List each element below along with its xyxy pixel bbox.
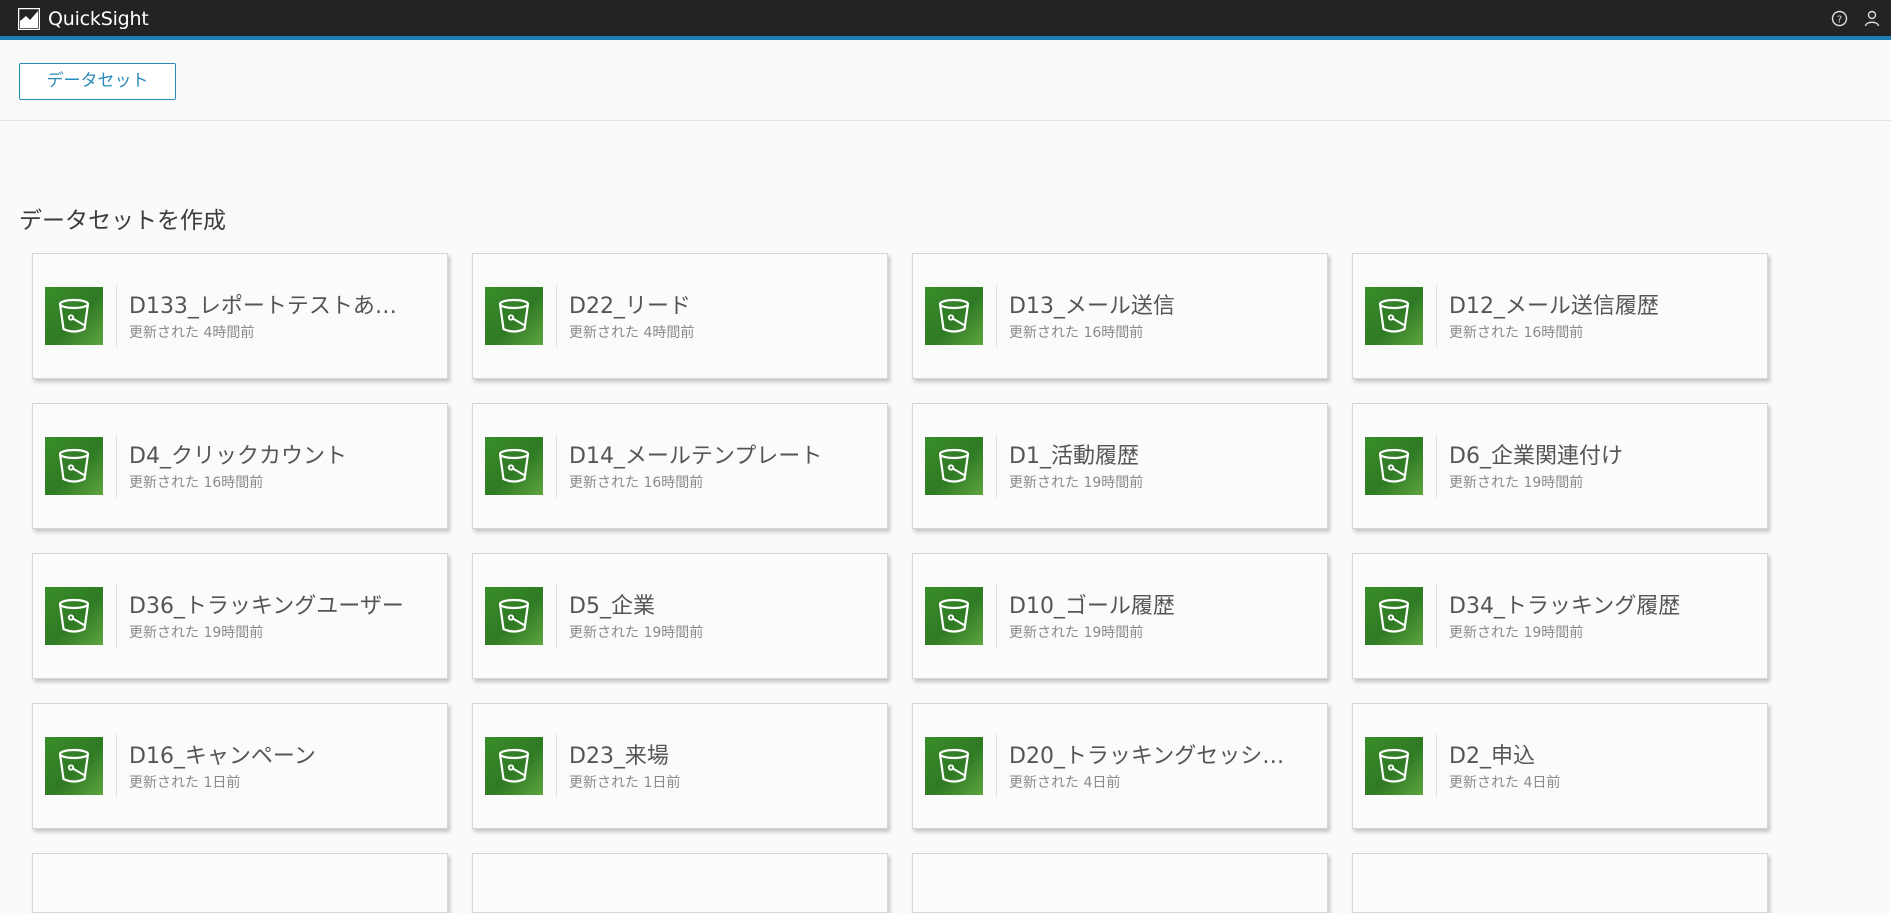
dataset-card[interactable]: D20_トラッキングセッシ… 更新された 4日前	[912, 703, 1328, 829]
dataset-title: D10_ゴール履歴	[1009, 594, 1175, 619]
dataset-updated: 更新された 4時間前	[569, 325, 695, 341]
dataset-updated: 更新された 16時間前	[129, 475, 264, 491]
dataset-card[interactable]: D1_活動履歴更新された 19時間前	[912, 403, 1328, 529]
s3-bucket-icon	[925, 737, 983, 795]
s3-bucket-icon	[925, 587, 983, 645]
s3-bucket-icon	[485, 587, 543, 645]
s3-bucket-icon	[1365, 287, 1423, 345]
dataset-updated: 更新された 19時間前	[1449, 625, 1584, 641]
dataset-updated: 更新された 16時間前	[1009, 325, 1144, 341]
dataset-card[interactable]: D10_ゴール履歴更新された 19時間前	[912, 553, 1328, 679]
quicksight-logo-icon	[17, 7, 41, 31]
top-navigation-bar: QuickSight ?	[0, 0, 1891, 40]
card-divider	[996, 434, 997, 498]
s3-bucket-icon	[45, 737, 103, 795]
dataset-card[interactable]: D22_リード更新された 4時間前	[472, 253, 888, 379]
help-icon[interactable]: ?	[1831, 10, 1848, 27]
toolbar: データセット	[0, 40, 1891, 121]
card-divider	[116, 584, 117, 648]
card-divider	[116, 434, 117, 498]
datasets-button[interactable]: データセット	[19, 63, 176, 100]
s3-bucket-icon	[45, 587, 103, 645]
dataset-updated: 更新された 19時間前	[1009, 475, 1144, 491]
dataset-grid-partial-row	[32, 853, 1768, 913]
dataset-card[interactable]	[1352, 853, 1768, 913]
card-divider	[1436, 584, 1437, 648]
dataset-card[interactable]: D2_申込更新された 4日前	[1352, 703, 1768, 829]
dataset-card[interactable]	[472, 853, 888, 913]
s3-bucket-icon	[1365, 587, 1423, 645]
dataset-title: D23_来場	[569, 744, 669, 769]
card-divider	[556, 584, 557, 648]
dataset-title: D34_トラッキング履歴	[1449, 594, 1681, 619]
card-divider	[556, 284, 557, 348]
dataset-title: D14_メールテンプレート	[569, 444, 823, 469]
dataset-card[interactable]	[32, 853, 448, 913]
dataset-card[interactable]: D5_企業更新された 19時間前	[472, 553, 888, 679]
card-divider	[1436, 734, 1437, 798]
s3-bucket-icon	[45, 287, 103, 345]
dataset-card[interactable]: D6_企業関連付け更新された 19時間前	[1352, 403, 1768, 529]
dataset-card[interactable]: D12_メール送信履歴更新された 16時間前	[1352, 253, 1768, 379]
dataset-title: D4_クリックカウント	[129, 444, 347, 469]
dataset-title: D133_レポートテストあ…	[129, 294, 397, 319]
dataset-card[interactable]: D34_トラッキング履歴更新された 19時間前	[1352, 553, 1768, 679]
dataset-title: D16_キャンペーン	[129, 744, 316, 769]
dataset-title: D2_申込	[1449, 744, 1535, 769]
s3-bucket-icon	[925, 287, 983, 345]
s3-bucket-icon	[1365, 737, 1423, 795]
dataset-title: D20_トラッキングセッシ…	[1009, 744, 1285, 769]
dataset-updated: 更新された 4時間前	[129, 325, 255, 341]
card-divider	[996, 284, 997, 348]
dataset-card[interactable]: D133_レポートテストあ… 更新された 4時間前	[32, 253, 448, 379]
user-icon[interactable]	[1864, 10, 1880, 27]
app-name: QuickSight	[48, 8, 149, 30]
dataset-grid: D133_レポートテストあ… 更新された 4時間前 D22_リード 更新された 4時間…	[32, 253, 1768, 829]
card-divider	[996, 734, 997, 798]
dataset-card[interactable]: D23_来場更新された 1日前	[472, 703, 888, 829]
dataset-updated: 更新された 19時間前	[569, 625, 704, 641]
dataset-updated: 更新された 16時間前	[569, 475, 704, 491]
dataset-updated: 更新された 19時間前	[1009, 625, 1144, 641]
dataset-updated: 更新された 1日前	[569, 775, 681, 791]
dataset-updated: 更新された 16時間前	[1449, 325, 1584, 341]
create-dataset-heading: データセットを作成	[19, 208, 226, 234]
brand[interactable]: QuickSight	[17, 7, 149, 31]
dataset-card[interactable]: D16_キャンペーン更新された 1日前	[32, 703, 448, 829]
dataset-title: D6_企業関連付け	[1449, 444, 1623, 469]
dataset-title: D13_メール送信	[1009, 294, 1175, 319]
dataset-card[interactable]: D36_トラッキングユーザー更新された 19時間前	[32, 553, 448, 679]
card-divider	[996, 584, 997, 648]
card-divider	[1436, 284, 1437, 348]
card-divider	[556, 434, 557, 498]
s3-bucket-icon	[485, 287, 543, 345]
s3-bucket-icon	[485, 437, 543, 495]
card-divider	[556, 734, 557, 798]
s3-bucket-icon	[925, 437, 983, 495]
s3-bucket-icon	[485, 737, 543, 795]
dataset-card[interactable]: D14_メールテンプレート更新された 16時間前	[472, 403, 888, 529]
dataset-updated: 更新された 4日前	[1009, 775, 1121, 791]
dataset-card[interactable]	[912, 853, 1328, 913]
card-divider	[116, 284, 117, 348]
s3-bucket-icon	[45, 437, 103, 495]
dataset-updated: 更新された 4日前	[1449, 775, 1561, 791]
dataset-updated: 更新された 19時間前	[129, 625, 264, 641]
dataset-card[interactable]: D4_クリックカウント更新された 16時間前	[32, 403, 448, 529]
dataset-title: D12_メール送信履歴	[1449, 294, 1659, 319]
dataset-updated: 更新された 1日前	[129, 775, 241, 791]
dataset-title: D36_トラッキングユーザー	[129, 594, 404, 619]
dataset-updated: 更新された 19時間前	[1449, 475, 1584, 491]
dataset-title: D5_企業	[569, 594, 655, 619]
svg-text:?: ?	[1837, 15, 1842, 26]
card-divider	[1436, 434, 1437, 498]
dataset-title: D22_リード	[569, 294, 691, 319]
card-divider	[116, 734, 117, 798]
s3-bucket-icon	[1365, 437, 1423, 495]
dataset-card[interactable]: D13_メール送信更新された 16時間前	[912, 253, 1328, 379]
dataset-title: D1_活動履歴	[1009, 444, 1139, 469]
